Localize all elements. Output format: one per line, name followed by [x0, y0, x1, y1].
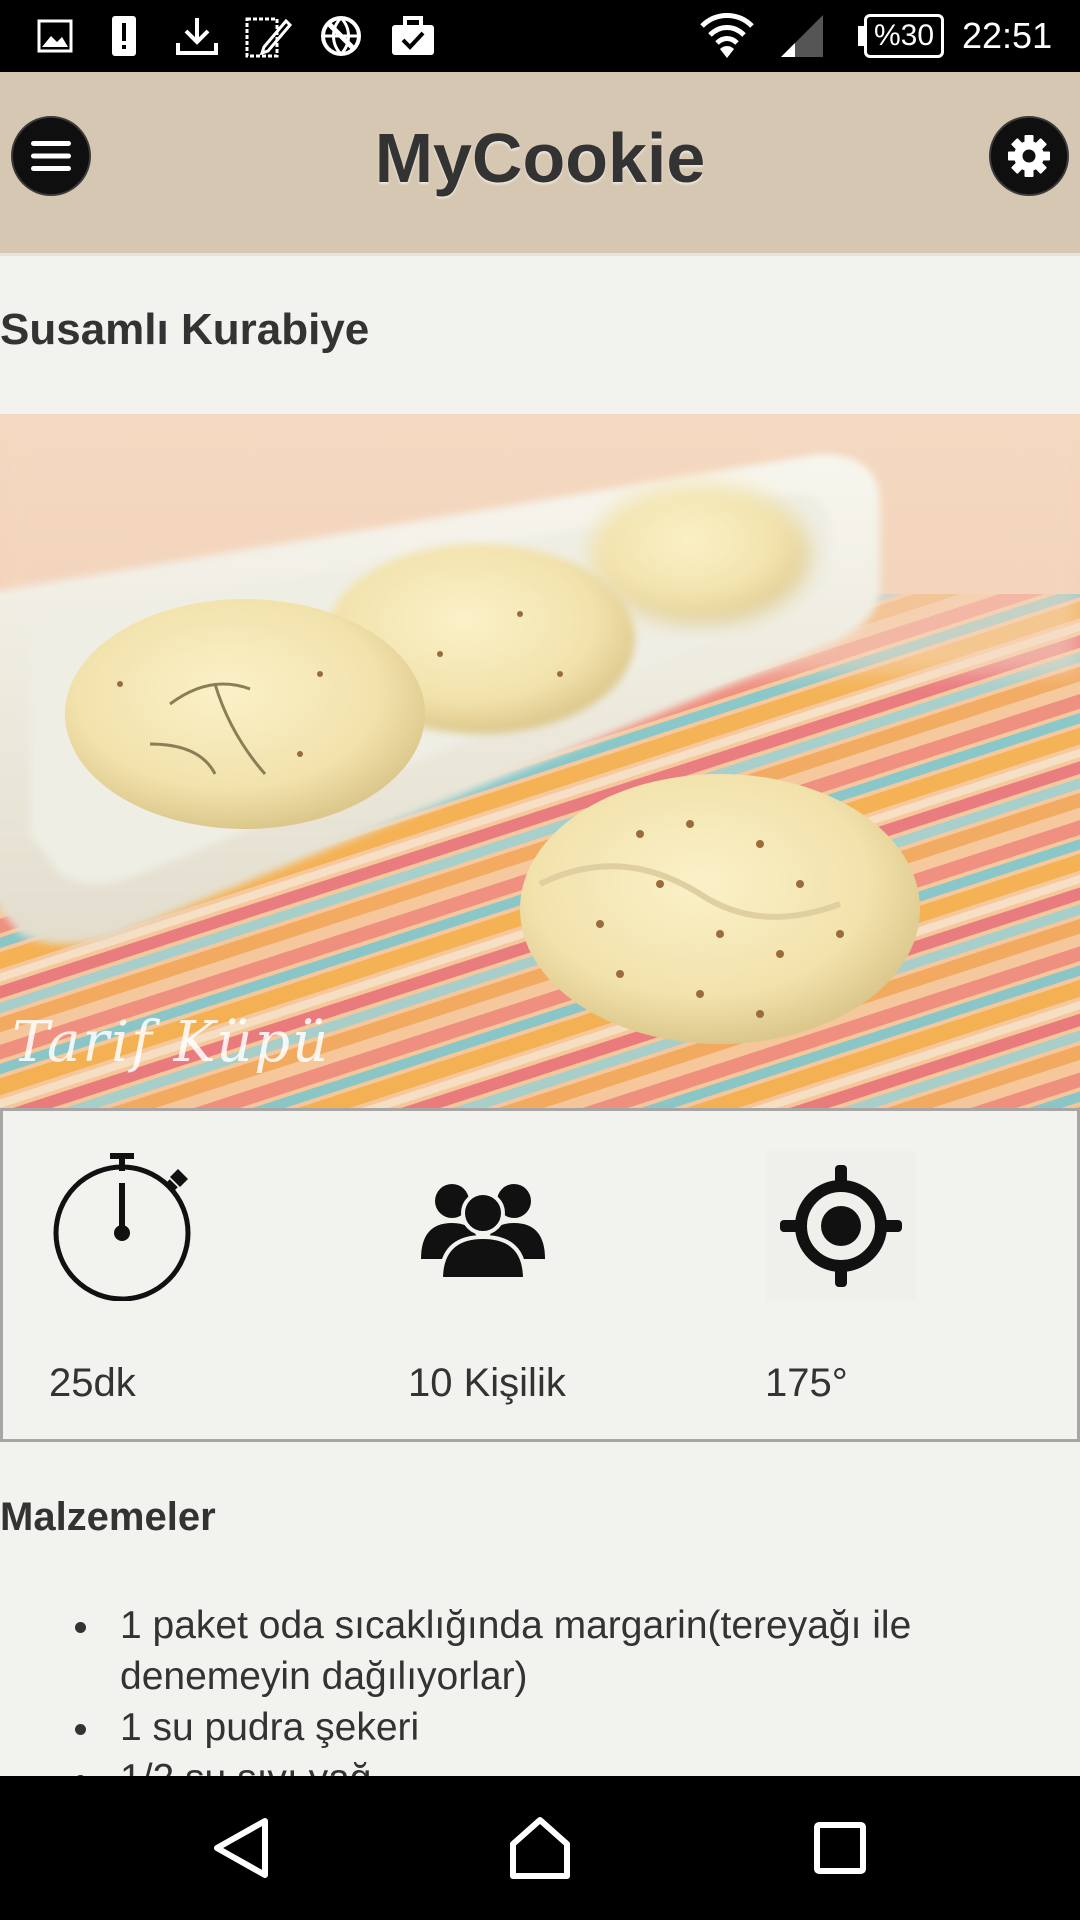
- app-header: MyCookie: [0, 72, 1080, 256]
- download-icon: [174, 12, 220, 60]
- ingredient-item: 1 su pudra şekeri: [70, 1702, 1030, 1753]
- briefcase-check-icon: [390, 12, 436, 60]
- temperature-label: 175°: [765, 1361, 848, 1405]
- note-edit-icon: [244, 12, 292, 60]
- recipe-title: Susamlı Kurabiye: [0, 305, 370, 354]
- ingredients-title: Malzemeler: [0, 1495, 216, 1539]
- battery-level: %30: [864, 14, 944, 58]
- home-icon: [510, 1817, 570, 1879]
- wifi-icon: [698, 12, 756, 60]
- status-time: 22:51: [962, 15, 1053, 56]
- ingredients-list: 1 paket oda sıcaklığında margarin(tereya…: [70, 1600, 1030, 1804]
- alert-icon: [108, 12, 140, 60]
- cook-time-label: 25dk: [49, 1361, 136, 1405]
- settings-button[interactable]: [989, 116, 1069, 196]
- recipe-info-box: 25dk 10 Kişilik 175°: [0, 1108, 1080, 1442]
- navigation-bar: [0, 1776, 1080, 1920]
- signal-icon: [776, 12, 826, 60]
- image-icon: [34, 12, 76, 60]
- app-title: MyCookie: [374, 119, 706, 197]
- recents-square-icon: [814, 1822, 866, 1874]
- no-web-icon: [318, 12, 364, 60]
- back-button[interactable]: [205, 1812, 277, 1884]
- gear-icon: [1008, 135, 1050, 177]
- ingredient-item: 1 paket oda sıcaklığında margarin(tereya…: [70, 1600, 1030, 1702]
- stopwatch-icon: [50, 1151, 200, 1301]
- recipe-photo: [0, 414, 1080, 1108]
- photo-watermark: Tarif Küpü: [12, 1010, 331, 1075]
- status-bar: %30 22:51: [0, 0, 1080, 72]
- people-icon: [408, 1151, 558, 1301]
- back-triangle-icon: [214, 1818, 268, 1878]
- screen: %30 22:51 MyCookie Susamlı Kurabiye Tari…: [0, 0, 1080, 1920]
- servings-label: 10 Kişilik: [408, 1361, 566, 1405]
- crosshair-icon: [766, 1151, 916, 1301]
- recents-button[interactable]: [804, 1812, 876, 1884]
- home-button[interactable]: [504, 1812, 576, 1884]
